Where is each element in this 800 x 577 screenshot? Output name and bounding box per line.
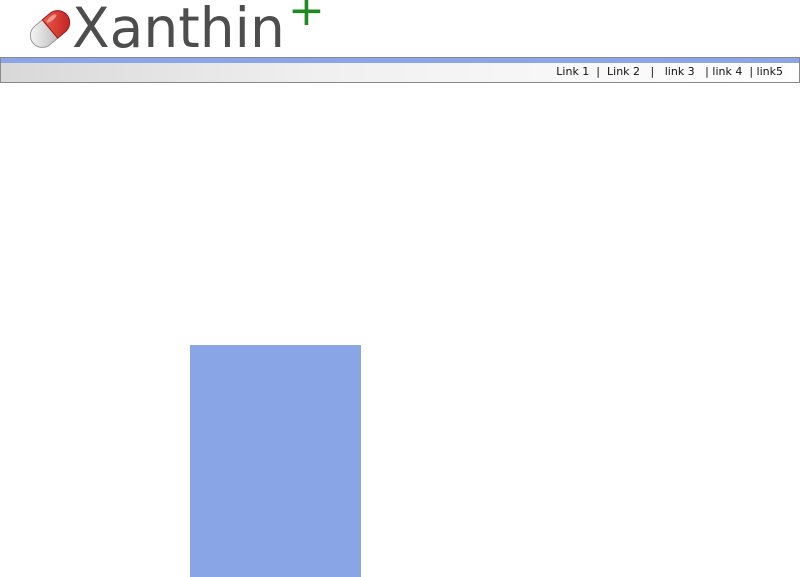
brand-name: Xanthin — [72, 0, 285, 60]
nav-links: Link 1 | Link 2 | link 3 | link 4 | link… — [556, 65, 783, 79]
header: Xanthin + — [0, 0, 800, 60]
content-block — [190, 345, 361, 577]
nav-link-5[interactable]: link5 — [757, 65, 783, 78]
nav-link-3[interactable]: link 3 — [665, 65, 695, 78]
nav-link-2[interactable]: Link 2 — [607, 65, 640, 78]
brand-plus: + — [288, 0, 325, 36]
nav-separator: | — [589, 65, 608, 78]
nav-bar: Link 1 | Link 2 | link 3 | link 4 | link… — [0, 57, 800, 83]
nav-link-4[interactable]: link 4 — [712, 65, 742, 78]
nav-link-1[interactable]: Link 1 — [556, 65, 589, 78]
nav-separator: | — [640, 65, 665, 78]
page: Xanthin + Link 1 | Link 2 | link 3 | lin… — [0, 0, 800, 577]
nav-separator: | — [742, 65, 757, 78]
nav-stripe — [1, 58, 799, 63]
pill-icon — [29, 10, 71, 48]
nav-separator: | — [694, 65, 713, 78]
